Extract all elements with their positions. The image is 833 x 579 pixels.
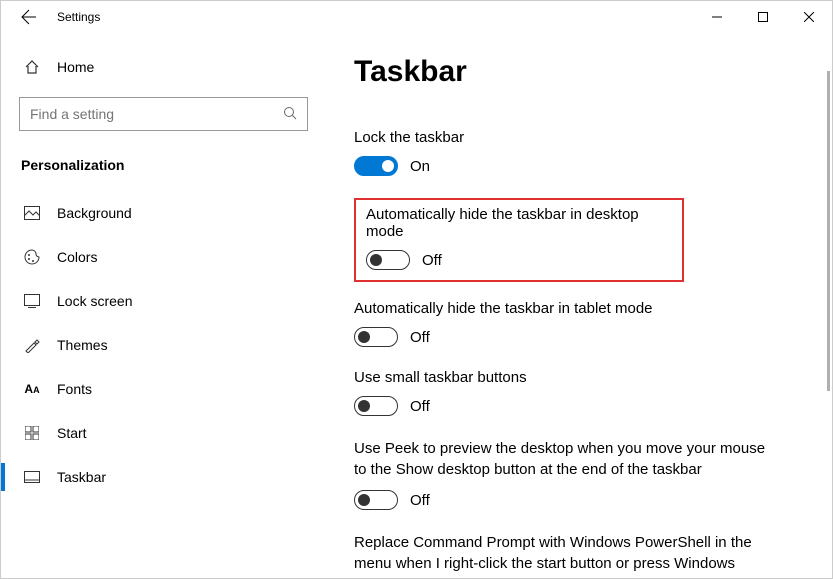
toggle-state: Off [422, 252, 442, 269]
home-icon [23, 59, 41, 75]
sidebar-item-fonts[interactable]: AA Fonts [19, 367, 308, 411]
setting-label: Use Peek to preview the desktop when you… [354, 438, 772, 480]
sidebar-item-label: Start [57, 425, 87, 441]
page-title: Taskbar [354, 55, 804, 89]
sidebar-item-lockscreen[interactable]: Lock screen [19, 279, 308, 323]
window-controls [694, 1, 832, 33]
minimize-icon [712, 12, 722, 22]
start-icon [23, 426, 41, 440]
sidebar-item-label: Themes [57, 337, 108, 353]
highlight-hide-desktop: Automatically hide the taskbar in deskto… [354, 198, 684, 282]
lock-screen-icon [23, 294, 41, 308]
sidebar-item-label: Lock screen [57, 293, 132, 309]
back-button[interactable] [9, 1, 49, 33]
colors-icon [23, 249, 41, 265]
titlebar: Settings [1, 1, 832, 33]
setting-hide-tablet: Automatically hide the taskbar in tablet… [354, 300, 804, 347]
search-icon [283, 106, 297, 123]
search-box[interactable] [19, 97, 308, 131]
setting-lock-taskbar: Lock the taskbar On [354, 129, 804, 176]
sidebar-item-colors[interactable]: Colors [19, 235, 308, 279]
main-panel: Taskbar Lock the taskbar On Automaticall… [326, 33, 832, 578]
search-input[interactable] [30, 106, 283, 122]
sidebar-item-themes[interactable]: Themes [19, 323, 308, 367]
toggle-state: Off [410, 398, 430, 415]
taskbar-icon [23, 471, 41, 483]
sidebar-item-background[interactable]: Background [19, 191, 308, 235]
home-nav[interactable]: Home [19, 51, 308, 83]
sidebar-item-label: Background [57, 205, 132, 221]
sidebar-item-label: Taskbar [57, 469, 106, 485]
toggle-hide-tablet[interactable] [354, 327, 398, 347]
themes-icon [23, 337, 41, 353]
setting-small-buttons: Use small taskbar buttons Off [354, 369, 804, 416]
toggle-state: Off [410, 492, 430, 509]
sidebar-item-start[interactable]: Start [19, 411, 308, 455]
minimize-button[interactable] [694, 1, 740, 33]
maximize-icon [758, 12, 768, 22]
toggle-state: On [410, 158, 430, 175]
setting-label: Lock the taskbar [354, 129, 804, 146]
toggle-hide-desktop[interactable] [366, 250, 410, 270]
setting-label: Automatically hide the taskbar in tablet… [354, 300, 804, 317]
setting-label: Use small taskbar buttons [354, 369, 804, 386]
section-title: Personalization [19, 157, 308, 173]
arrow-left-icon [21, 9, 37, 25]
toggle-lock-taskbar[interactable] [354, 156, 398, 176]
close-button[interactable] [786, 1, 832, 33]
toggle-small-buttons[interactable] [354, 396, 398, 416]
fonts-icon: AA [23, 382, 41, 396]
sidebar: Home Personalization Background Colors L… [1, 33, 326, 578]
setting-label: Replace Command Prompt with Windows Powe… [354, 532, 772, 578]
maximize-button[interactable] [740, 1, 786, 33]
setting-peek: Use Peek to preview the desktop when you… [354, 438, 804, 510]
background-icon [23, 206, 41, 220]
sidebar-item-taskbar[interactable]: Taskbar [19, 455, 308, 499]
sidebar-item-label: Colors [57, 249, 97, 265]
close-icon [804, 12, 814, 22]
toggle-peek[interactable] [354, 490, 398, 510]
window-title: Settings [49, 10, 100, 24]
setting-powershell: Replace Command Prompt with Windows Powe… [354, 532, 804, 578]
toggle-state: Off [410, 329, 430, 346]
scrollbar[interactable] [827, 71, 830, 391]
sidebar-item-label: Fonts [57, 381, 92, 397]
setting-label: Automatically hide the taskbar in deskto… [366, 206, 672, 240]
home-label: Home [57, 59, 94, 75]
